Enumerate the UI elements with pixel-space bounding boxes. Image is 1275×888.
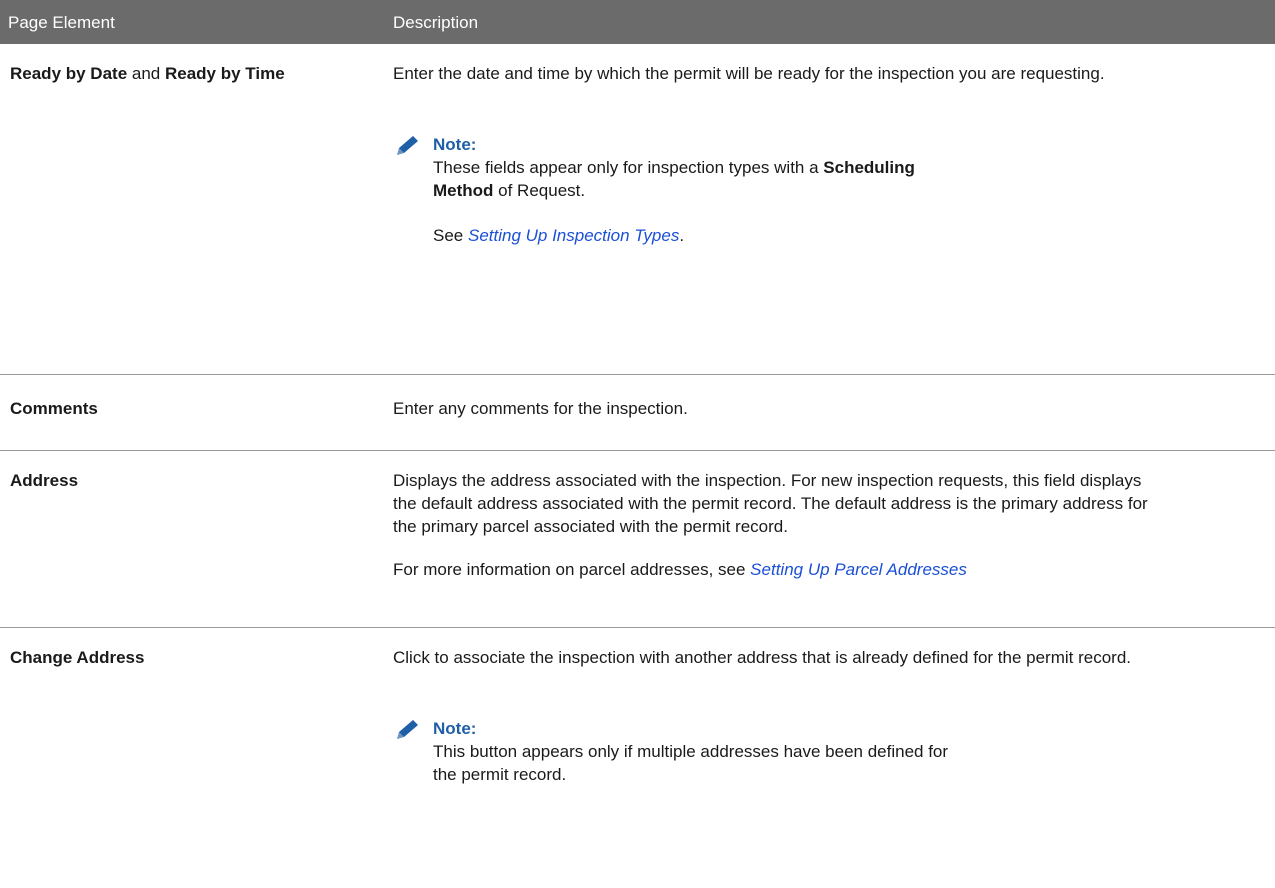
table-row-change-address: Change Address Click to associate the in… <box>0 628 1275 888</box>
element-name-part: Ready by Date <box>10 64 128 83</box>
note-box: Note: These fields appear only for inspe… <box>393 133 953 247</box>
element-name-part: and <box>127 64 165 83</box>
note-title: Note: <box>433 719 477 738</box>
description-text: Enter the date and time by which the per… <box>393 64 1105 83</box>
description-cell: Enter any comments for the inspection. <box>393 399 688 418</box>
description-cell: Displays the address associated with the… <box>393 469 1153 581</box>
table-row-comments: Comments Enter any comments for the insp… <box>0 375 1275 451</box>
note-see: See Setting Up Inspection Types. <box>433 226 685 245</box>
element-name-part: Ready by Time <box>164 64 285 83</box>
table-row-ready-by: Ready by Date and Ready by Time Enter th… <box>0 44 1275 375</box>
description-cell: Enter the date and time by which the per… <box>393 62 1153 247</box>
description-text: Click to associate the inspection with a… <box>393 648 1131 667</box>
table-header: Page Element Description <box>0 0 1275 44</box>
pencil-icon <box>397 136 418 155</box>
note-title: Note: <box>433 135 477 154</box>
element-cell: Ready by Date and Ready by Time <box>10 62 330 85</box>
header-page-element: Page Element <box>8 13 115 32</box>
page-element-table: Page Element Description Ready by Date a… <box>0 0 1275 888</box>
table-row-address: Address Displays the address associated … <box>0 451 1275 628</box>
note-text: These fields appear only for inspection … <box>433 158 915 200</box>
description-text: Displays the address associated with the… <box>393 471 1148 536</box>
link-setting-up-inspection-types[interactable]: Setting Up Inspection Types <box>468 226 679 245</box>
note-text: This button appears only if multiple add… <box>433 742 949 784</box>
element-cell: Address <box>10 471 79 490</box>
pencil-icon <box>397 720 418 739</box>
description-cell: Click to associate the inspection with a… <box>393 646 1153 786</box>
header-description: Description <box>393 13 479 32</box>
element-cell: Change Address <box>10 648 145 667</box>
more-info: For more information on parcel addresses… <box>393 560 967 579</box>
link-setting-up-parcel-addresses[interactable]: Setting Up Parcel Addresses <box>750 560 967 579</box>
note-box: Note: This button appears only if multip… <box>393 717 953 786</box>
element-cell: Comments <box>10 399 98 418</box>
